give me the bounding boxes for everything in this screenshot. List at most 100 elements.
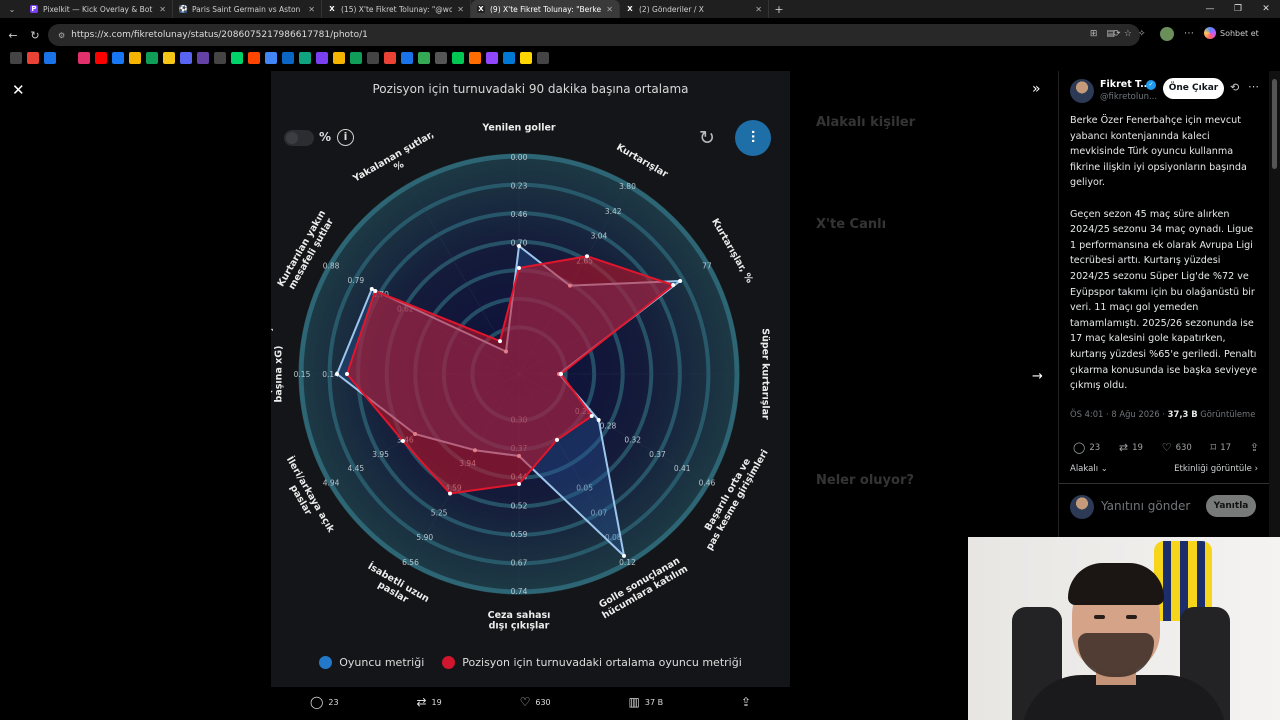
bookmark-favicon-icon[interactable] <box>10 52 22 64</box>
tab-close-icon[interactable]: ✕ <box>308 5 315 14</box>
tab-close-icon[interactable]: ✕ <box>159 5 166 14</box>
address-bar[interactable]: ⚙ https://x.com/fikretolunay/status/2086… <box>48 24 1140 46</box>
author-avatar[interactable] <box>1070 79 1094 103</box>
bookmark-favicon-icon[interactable] <box>27 52 39 64</box>
bookmark-favicon-icon[interactable] <box>350 52 362 64</box>
apps-icon[interactable]: ⊞ <box>1090 29 1098 39</box>
maximize-icon[interactable]: ❐ <box>1224 0 1252 18</box>
tab-search-icon[interactable]: ⌄ <box>0 5 24 14</box>
back-icon[interactable]: ← <box>2 29 24 42</box>
bookmark-favicon-icon[interactable] <box>214 52 226 64</box>
bookmark-favicon-icon[interactable] <box>61 52 73 64</box>
bookmark-star-icon[interactable]: ☆ <box>1124 29 1132 39</box>
repost-button[interactable]: ⇄ 19 <box>1119 441 1143 454</box>
scrollbar-thumb[interactable] <box>1272 79 1277 169</box>
collapse-sidebar-icon[interactable]: » <box>1032 81 1041 97</box>
profile-avatar[interactable] <box>1160 27 1174 41</box>
bookmark-favicon-icon[interactable] <box>384 52 396 64</box>
site-info-icon[interactable]: ⚙ <box>58 31 65 40</box>
menu-dots-icon[interactable]: ⋯ <box>1184 28 1194 39</box>
grok-icon[interactable]: ⟲ <box>1230 81 1239 94</box>
bookmark-favicon-icon[interactable] <box>299 52 311 64</box>
bookmark-favicon-icon[interactable] <box>452 52 464 64</box>
bookmark-favicon-icon[interactable] <box>435 52 447 64</box>
tweet-time[interactable]: ÖS 4:01 · 8 Ağu 2026 · <box>1070 409 1168 419</box>
close-window-icon[interactable]: ✕ <box>1252 0 1280 18</box>
reply-button[interactable]: ◯ 23 <box>1073 441 1100 454</box>
bookmark-favicon-icon[interactable] <box>537 52 549 64</box>
bookmark-favicon-icon[interactable] <box>163 52 175 64</box>
bookmark-favicon-icon[interactable] <box>316 52 328 64</box>
author-name[interactable]: Fikret T... <box>1100 79 1151 90</box>
person-eye <box>1126 615 1137 619</box>
bookmark-favicon-icon[interactable] <box>503 52 515 64</box>
radar-point <box>671 283 676 287</box>
bookmark-favicon-icon[interactable] <box>401 52 413 64</box>
radar-tick-label: 3.80 <box>619 182 636 191</box>
radar-point <box>369 287 374 291</box>
radar-tick-label: 6.56 <box>402 558 419 567</box>
radar-tick-label: 0.12 <box>619 558 636 567</box>
tab-close-icon[interactable]: ✕ <box>457 5 464 14</box>
bookmark-favicon-icon[interactable] <box>129 52 141 64</box>
sort-replies-dropdown[interactable]: Alakalı ⌄ <box>1070 464 1108 474</box>
tab-close-icon[interactable]: ✕ <box>755 5 762 14</box>
like-count: 630 <box>535 697 551 707</box>
browser-tab[interactable]: X (9) X'te Fikret Tolunay: "Berke Özer ✕ <box>471 0 620 18</box>
bookmark-favicon-icon[interactable] <box>469 52 481 64</box>
more-options-icon[interactable]: ⋯ <box>1248 80 1259 93</box>
bookmark-favicon-icon[interactable] <box>197 52 209 64</box>
close-icon[interactable]: ✕ <box>12 81 25 99</box>
bookmark-favicon-icon[interactable] <box>486 52 498 64</box>
browser-tab[interactable]: X (15) X'te Fikret Tolunay: "@woodp ✕ <box>322 0 471 18</box>
reply-action[interactable]: ◯ 23 <box>310 695 339 709</box>
browser-tab[interactable]: ⚽ Paris Saint Germain vs Aston Villa ✕ <box>173 0 322 18</box>
bookmark-favicon-icon[interactable] <box>95 52 107 64</box>
bookmark-favicon-icon[interactable] <box>231 52 243 64</box>
tab-favicon-icon: X <box>626 5 634 13</box>
share-button[interactable]: ⇪ <box>1250 441 1259 454</box>
like-action[interactable]: ♡ 630 <box>520 695 551 709</box>
share-action[interactable]: ⇪ <box>741 695 751 709</box>
bookmark-favicon-icon[interactable] <box>367 52 379 64</box>
radar-tick-label: 0.37 <box>649 450 666 459</box>
bookmark-favicon-icon[interactable] <box>78 52 90 64</box>
reply-submit-button[interactable]: Yanıtla <box>1206 495 1256 517</box>
bookmark-favicon-icon[interactable] <box>418 52 430 64</box>
copilot-icon <box>1204 27 1216 39</box>
bookmark-favicon-icon[interactable] <box>146 52 158 64</box>
extension-pin-icon[interactable]: ✧ <box>1138 29 1146 39</box>
author-handle[interactable]: @fikretolun... <box>1100 92 1157 102</box>
view-activity-link[interactable]: Etkinliği görüntüle › <box>1174 464 1258 474</box>
tab-close-icon[interactable]: ✕ <box>606 5 613 14</box>
browser-tab[interactable]: P Pixelkit — Kick Overlay & Bot ✕ <box>24 0 173 18</box>
radar-point <box>596 418 601 422</box>
like-button[interactable]: ♡ 630 <box>1162 441 1192 454</box>
bookmark-favicon-icon[interactable] <box>180 52 192 64</box>
bookmark-favicon-icon[interactable] <box>333 52 345 64</box>
reply-input[interactable]: Yanıtını gönder <box>1101 499 1190 513</box>
bookmark-button[interactable]: ⌑ 17 <box>1211 441 1231 454</box>
repost-count: 19 <box>1132 442 1143 453</box>
bookmark-favicon-icon[interactable] <box>112 52 124 64</box>
radar-tick-label: 0.41 <box>674 464 691 473</box>
new-tab-button[interactable]: + <box>769 3 789 16</box>
bookmark-favicon-icon[interactable] <box>248 52 260 64</box>
bookmark-favicon-icon[interactable] <box>282 52 294 64</box>
radar-point <box>585 254 589 259</box>
legend-dot-average <box>442 656 456 669</box>
bookmark-favicon-icon[interactable] <box>520 52 532 64</box>
extensions-icon[interactable]: ⟳ <box>1113 29 1121 39</box>
browser-tab[interactable]: X (2) Gönderiler / X ✕ <box>620 0 769 18</box>
bookmark-favicon-icon[interactable] <box>265 52 277 64</box>
reload-icon[interactable]: ↻ <box>24 29 46 42</box>
like-count: 630 <box>1175 442 1192 453</box>
bookmark-favicon-icon[interactable] <box>44 52 56 64</box>
repost-action[interactable]: ⇄ 19 <box>416 695 441 709</box>
minimize-icon[interactable]: — <box>1196 0 1224 18</box>
radar-tick-label: 3.04 <box>591 232 608 241</box>
chat-button[interactable]: Sohbet et <box>1204 27 1259 39</box>
next-photo-icon[interactable]: → <box>1032 369 1043 384</box>
views-action[interactable]: ▥ 37 B <box>629 695 664 709</box>
follow-button[interactable]: Öne Çıkar <box>1163 78 1224 99</box>
